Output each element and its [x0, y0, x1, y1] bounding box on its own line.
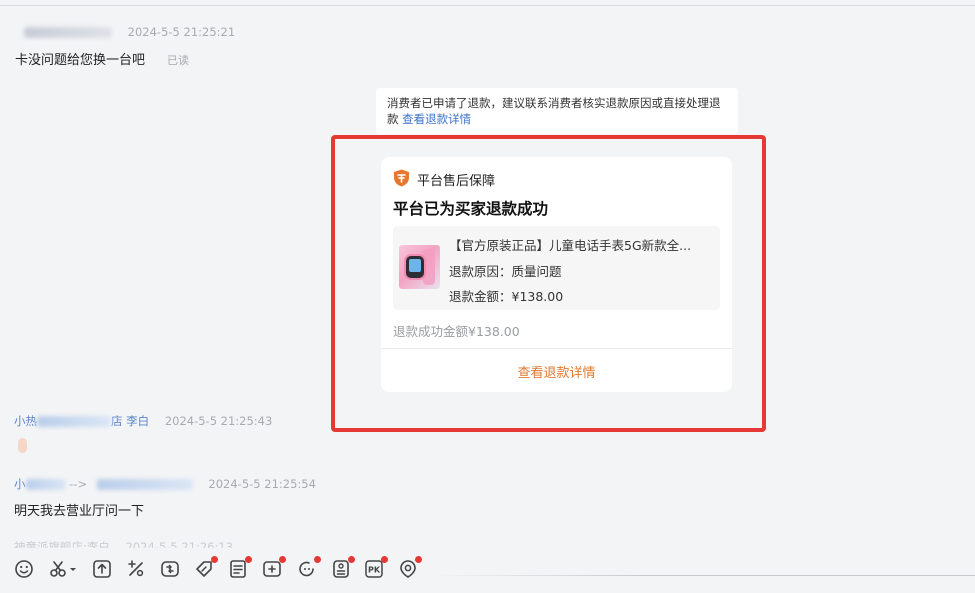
- order-icon[interactable]: [228, 556, 252, 579]
- coupon-icon[interactable]: [194, 556, 218, 579]
- card-header: 平台售后保障: [417, 174, 496, 189]
- add-card-icon[interactable]: [262, 556, 286, 579]
- refund-reason: 退款原因：质量问题: [449, 264, 562, 279]
- product-thumbnail: [399, 245, 440, 289]
- message-meta: 小 --> 2024-5-5 21:25:54: [14, 476, 316, 492]
- pk-icon[interactable]: PK: [364, 556, 388, 579]
- refund-amount: 退款金额：¥138.00: [449, 289, 564, 304]
- sender-name: 小热: [14, 414, 37, 428]
- sender-name-suffix: 店 李白: [111, 414, 150, 428]
- message-text: 卡没问题给您换一台吧 已读: [15, 49, 189, 68]
- message-time: 2024-5-5 21:25:21: [127, 25, 236, 39]
- search-location-icon[interactable]: [398, 556, 422, 579]
- scissors-icon[interactable]: [49, 559, 77, 579]
- input-toolbar: PK: [0, 552, 975, 593]
- card-divider: [381, 348, 732, 349]
- message-meta: 2024-5-5 21:25:21: [24, 25, 235, 39]
- refunded-amount: 退款成功金额¥138.00: [393, 324, 520, 339]
- receiver-name-blurred: [96, 479, 193, 490]
- product-info[interactable]: 【官方原装正品】儿童电话手表5G新款全... 退款原因：质量问题 退款金额：¥1…: [393, 226, 720, 310]
- view-refund-detail-button[interactable]: 查看退款详情: [381, 362, 732, 381]
- view-refund-detail-link[interactable]: 查看退款详情: [402, 112, 471, 126]
- sender-name-blurred: [37, 416, 111, 427]
- receipt-icon[interactable]: [331, 556, 355, 579]
- chat-reply-icon[interactable]: [297, 556, 321, 579]
- refresh-icon[interactable]: [160, 559, 180, 579]
- watch-image: [406, 256, 424, 278]
- watch-strap-image: [423, 249, 435, 285]
- card-title: 平台已为买家退款成功: [393, 200, 549, 218]
- sender-arrow: -->: [69, 477, 88, 491]
- message-time: 2024-5-5 21:25:54: [208, 477, 316, 491]
- message-body: 卡没问题给您换一台吧: [15, 53, 146, 68]
- sender-name-blurred: [24, 27, 112, 38]
- sticker-thumbnail[interactable]: [18, 438, 27, 453]
- sender-name: 小: [14, 477, 26, 491]
- message-body: 明天我去营业厅问一下: [14, 504, 145, 519]
- read-status: 已读: [167, 54, 190, 67]
- divider: [0, 5, 975, 6]
- shield-icon: [394, 169, 409, 187]
- product-title: 【官方原装正品】儿童电话手表5G新款全...: [449, 238, 692, 253]
- message-meta: 小热 店 李白 2024-5-5 21:25:43: [14, 413, 272, 429]
- sender-name-blurred: [25, 479, 66, 490]
- emoji-icon[interactable]: [14, 559, 34, 579]
- pk-label: PK: [368, 566, 381, 575]
- system-notice: 消费者已申请了退款，建议联系消费者核实退款原因或直接处理退款 查看退款详情: [376, 88, 738, 134]
- refund-card: 平台售后保障 平台已为买家退款成功 【官方原装正品】儿童电话手表5G新款全...…: [381, 157, 732, 392]
- percent-icon[interactable]: [126, 559, 146, 579]
- message-time: 2024-5-5 21:25:43: [164, 414, 273, 428]
- chat-window: 2024-5-5 21:25:21 卡没问题给您换一台吧 已读 消费者已申请了退款…: [0, 0, 975, 593]
- upload-icon[interactable]: [92, 559, 112, 579]
